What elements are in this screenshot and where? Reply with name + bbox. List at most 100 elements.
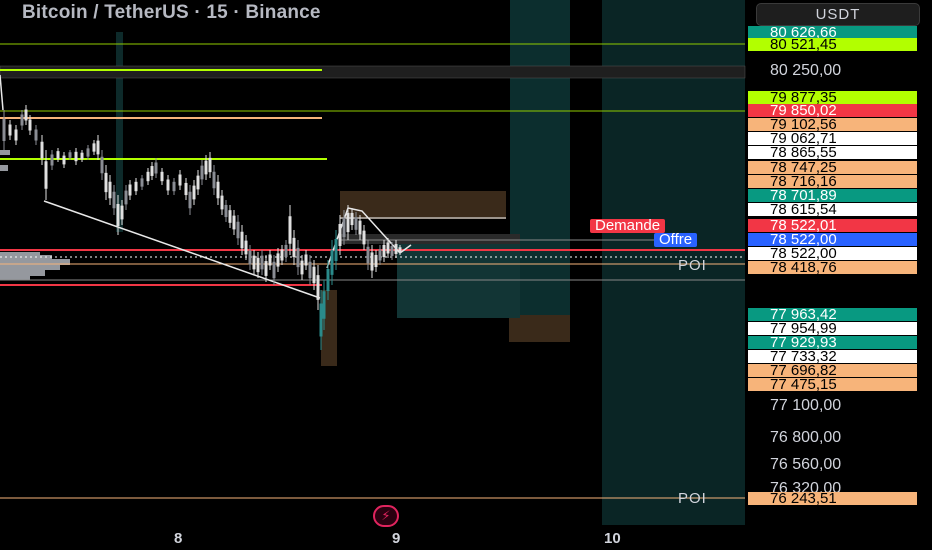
price-tag: 77 733,32 xyxy=(748,350,917,363)
candle-body xyxy=(268,254,272,266)
candle-body xyxy=(382,244,386,258)
candle-body xyxy=(8,124,12,136)
price-tag: 79 877,35 xyxy=(748,91,917,104)
price-tag: 80 521,45 xyxy=(748,38,917,51)
candle-body xyxy=(308,261,312,279)
offer-label: Offre xyxy=(654,232,698,247)
candle-body xyxy=(28,119,32,131)
candle-body xyxy=(44,161,48,189)
candle-body xyxy=(240,231,244,249)
candle-body xyxy=(280,249,284,261)
candle-body xyxy=(62,155,66,165)
price-tag: 77 963,42 xyxy=(748,308,917,321)
candle-body xyxy=(232,215,236,230)
candle-body xyxy=(96,140,100,155)
candle-body xyxy=(192,185,196,200)
candle-body xyxy=(116,204,120,226)
candle-body xyxy=(184,182,188,196)
candle-body xyxy=(398,247,402,253)
lightning-bolt-icon[interactable]: ⚡ xyxy=(373,505,399,527)
candle-body xyxy=(228,210,232,223)
candle-body xyxy=(326,269,330,291)
demand-label: Demande xyxy=(590,218,666,233)
candle-body xyxy=(256,257,260,273)
candle-body xyxy=(390,246,394,256)
candle-body xyxy=(358,220,362,235)
time-axis-label: 10 xyxy=(604,530,621,547)
volume-profile xyxy=(0,150,70,280)
demand-box-right xyxy=(509,315,570,342)
price-tag: 78 418,76 xyxy=(748,261,917,274)
candle-body xyxy=(2,119,6,141)
candle-body xyxy=(394,244,398,254)
candle-body xyxy=(350,212,354,226)
candle-body xyxy=(248,250,252,265)
candle-body xyxy=(304,254,308,266)
candle-body xyxy=(178,174,182,186)
candle-body xyxy=(34,129,38,141)
candle-body xyxy=(166,179,170,191)
candle-body xyxy=(204,160,208,175)
axis-price-label: 77 100,00 xyxy=(770,397,842,414)
candle-body xyxy=(172,181,176,192)
candle-body xyxy=(370,252,374,271)
price-tag: 79 062,71 xyxy=(748,132,917,145)
candle-body xyxy=(188,191,192,209)
candle-body xyxy=(322,291,326,319)
candle-body xyxy=(378,249,382,261)
price-tag: 78 522,01 xyxy=(748,219,917,232)
candle-body xyxy=(134,181,138,192)
candle-body xyxy=(366,246,370,264)
price-tag: 79 102,56 xyxy=(748,118,917,131)
candle-body xyxy=(212,171,216,189)
candle-body xyxy=(40,141,44,159)
candle-body xyxy=(112,191,116,209)
price-tag: 78 716,16 xyxy=(748,175,917,188)
candle-body xyxy=(292,237,296,258)
candle-body xyxy=(104,172,108,193)
candle-body xyxy=(24,109,28,121)
candle-body xyxy=(276,253,280,267)
candle-body xyxy=(124,190,128,205)
poi-label: POI xyxy=(678,257,707,274)
teal-box xyxy=(397,244,520,318)
axis-price-label: 76 320,00 xyxy=(770,480,842,492)
price-tag: 78 522,00 xyxy=(748,247,917,260)
gray-box xyxy=(340,234,520,244)
price-tag: 78 865,55 xyxy=(748,146,917,159)
candle-body xyxy=(120,205,124,220)
candle-body xyxy=(330,250,334,275)
candle-body xyxy=(354,217,358,230)
candle-body xyxy=(316,275,320,300)
candle-body xyxy=(284,244,288,258)
price-tag: 78 522,00 xyxy=(748,233,917,246)
price-tag: 77 954,99 xyxy=(748,322,917,335)
price-tag: 77 929,93 xyxy=(748,336,917,349)
candle-body xyxy=(338,224,342,246)
candle-body xyxy=(100,156,104,174)
currency-button[interactable]: USDT xyxy=(756,3,920,26)
candle-body xyxy=(386,242,390,254)
axis-price-label: 80 250,00 xyxy=(770,62,842,79)
price-tag: 77 475,15 xyxy=(748,378,917,391)
time-axis-label: 8 xyxy=(174,530,183,547)
candle-body xyxy=(140,178,144,187)
candle-body xyxy=(14,129,18,141)
candle-body xyxy=(224,204,228,218)
candle-body xyxy=(56,151,60,159)
candle-body xyxy=(154,162,158,174)
candle-body xyxy=(342,217,346,238)
candle-body xyxy=(160,171,164,182)
candle-body xyxy=(216,181,220,199)
candle-body xyxy=(300,260,304,275)
candle-body xyxy=(296,247,300,268)
candle-body xyxy=(334,239,338,261)
candle-body xyxy=(108,181,112,199)
chart-title: Bitcoin / TetherUS · 15 · Binance xyxy=(22,2,321,23)
candle-body xyxy=(74,151,78,162)
candle-body xyxy=(80,152,84,160)
candle-body xyxy=(374,254,378,268)
candle-body xyxy=(319,303,323,337)
price-tag: 77 696,82 xyxy=(748,364,917,377)
candle-body xyxy=(200,165,204,180)
